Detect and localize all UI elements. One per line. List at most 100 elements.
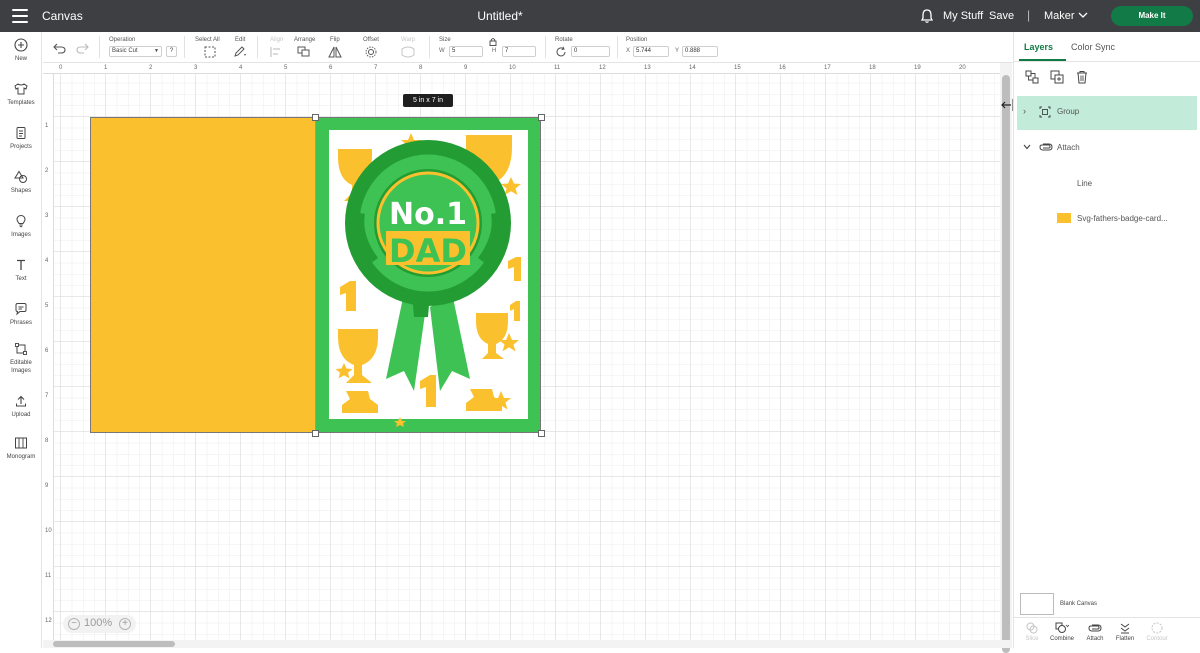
y-label: Y — [675, 48, 680, 54]
fathers-badge-card[interactable]: No.1 DAD — [316, 117, 541, 433]
nav-editable-images[interactable]: Editable Images — [0, 342, 42, 375]
combine-button[interactable]: Combine — [1047, 622, 1077, 642]
nav-monogram[interactable]: Monogram — [0, 436, 42, 461]
nav-new[interactable]: New — [0, 38, 42, 63]
resize-handle[interactable] — [538, 114, 545, 121]
group-layers-icon[interactable] — [1025, 70, 1039, 84]
ruler-left-tick: 2 — [45, 168, 49, 174]
ruler-top-tick: 8 — [419, 65, 423, 71]
height-label: H — [492, 48, 497, 54]
ruler-left-tick: 6 — [45, 348, 49, 354]
align-icon — [270, 47, 280, 57]
width-input[interactable]: 5 — [449, 46, 483, 57]
chevron-down-icon[interactable] — [1023, 144, 1031, 150]
attach-button[interactable]: Attach — [1080, 622, 1110, 642]
undo-icon[interactable] — [53, 43, 66, 54]
rotate-icon — [556, 46, 566, 57]
arrange-icon[interactable] — [297, 46, 311, 58]
bell-icon[interactable] — [919, 8, 935, 24]
select-all-icon[interactable] — [203, 46, 217, 58]
nav-phrases[interactable]: Phrases — [0, 302, 42, 327]
ruler-top-tick: 6 — [329, 65, 333, 71]
resize-handle[interactable] — [312, 114, 319, 121]
layer-row-card[interactable]: Svg-fathers-badge-card... — [1017, 201, 1197, 235]
make-it-button[interactable]: Make It — [1111, 6, 1193, 26]
lock-icon[interactable] — [489, 37, 497, 46]
redo-icon[interactable] — [76, 43, 89, 54]
chevron-right-icon[interactable]: › — [1023, 106, 1026, 116]
flatten-button[interactable]: Flatten — [1110, 622, 1140, 642]
zoom-out-button[interactable]: − — [68, 618, 80, 630]
zoom-in-button[interactable]: + — [119, 618, 131, 630]
vertical-scrollbar[interactable] — [1000, 63, 1012, 653]
rotate-label: Rotate — [555, 37, 573, 43]
flip-icon[interactable] — [328, 46, 342, 58]
nav-templates[interactable]: Templates — [0, 82, 42, 107]
layer-row-group[interactable]: › Group — [1017, 96, 1197, 130]
toolbar-divider — [617, 36, 618, 58]
width-label: W — [439, 48, 445, 54]
y-input[interactable]: 0.888 — [682, 46, 718, 57]
layer-actions-bar: Slice Combine Attach Flatten Contour — [1014, 617, 1200, 648]
horizontal-scrollbar[interactable] — [43, 640, 1012, 648]
ruler-top-tick: 18 — [869, 65, 876, 71]
left-navigation: New Templates Projects Shapes Images Tex… — [0, 32, 42, 648]
resize-handle[interactable] — [538, 430, 545, 437]
trash-icon[interactable] — [1075, 70, 1089, 84]
contour-icon — [1151, 622, 1163, 634]
flatten-label: Flatten — [1115, 636, 1135, 642]
nav-projects[interactable]: Projects — [0, 126, 42, 151]
layer-row-attach[interactable]: Attach — [1017, 131, 1197, 165]
rotate-input[interactable]: 0 — [571, 46, 610, 57]
select-all-label: Select All — [195, 37, 220, 43]
machine-selector[interactable]: Maker — [1044, 10, 1075, 22]
text-t-icon — [17, 259, 25, 270]
toolbar-divider — [545, 36, 546, 58]
ruler-left-tick: 11 — [45, 573, 52, 579]
height-input[interactable]: 7 — [502, 46, 536, 57]
ruler-top-tick: 11 — [554, 65, 561, 71]
ruler-left-tick: 5 — [45, 303, 49, 309]
layer-row-line[interactable]: Line — [1017, 166, 1197, 200]
projects-icon — [16, 127, 26, 139]
scroll-thumb[interactable] — [53, 641, 175, 647]
yellow-card-back[interactable] — [90, 117, 316, 433]
ruler-top-tick: 7 — [374, 65, 378, 71]
blank-canvas-swatch[interactable] — [1020, 593, 1054, 615]
zoom-control: − 100% + — [63, 615, 136, 633]
align-label: Align — [270, 37, 284, 43]
edit-label: Edit — [235, 37, 246, 43]
my-stuff-link[interactable]: My Stuff — [943, 10, 983, 22]
offset-icon[interactable] — [364, 46, 378, 58]
size-tooltip: 5 in x 7 in — [403, 94, 453, 107]
duplicate-icon[interactable] — [1050, 70, 1064, 84]
nav-shapes[interactable]: Shapes — [0, 170, 42, 195]
toolbar-divider — [184, 36, 185, 58]
tab-color-sync[interactable]: Color Sync — [1071, 42, 1115, 52]
ruler-top-tick: 15 — [734, 65, 741, 71]
scroll-thumb[interactable] — [1002, 75, 1010, 653]
nav-text[interactable]: Text — [0, 258, 42, 283]
layer-label-line: Line — [1077, 179, 1093, 188]
nav-images[interactable]: Images — [0, 214, 42, 239]
ruler-top-tick: 5 — [284, 65, 288, 71]
save-button[interactable]: Save — [989, 10, 1014, 22]
tab-layers[interactable]: Layers — [1024, 42, 1053, 52]
attach-label: Attach — [1086, 636, 1104, 642]
warp-icon — [401, 46, 415, 58]
document-title[interactable]: Untitled* — [0, 9, 1000, 23]
x-input[interactable]: 5.744 — [633, 46, 669, 57]
monogram-icon — [15, 437, 27, 449]
zoom-level: 100% — [84, 617, 113, 629]
operation-select[interactable]: Basic Cut ▼ — [109, 46, 162, 57]
resize-handle[interactable] — [312, 430, 319, 437]
nav-upload[interactable]: Upload — [0, 394, 42, 419]
pencil-icon[interactable] — [233, 46, 247, 58]
operation-help-button[interactable]: ? — [166, 46, 177, 57]
ruler-top-tick: 17 — [824, 65, 831, 71]
blank-canvas-label: Blank Canvas — [1060, 601, 1098, 607]
nav-monogram-label: Monogram — [6, 454, 36, 460]
top-bar: Canvas Untitled* My Stuff Save | Maker M… — [0, 0, 1200, 32]
chevron-down-icon[interactable] — [1078, 11, 1088, 19]
ruler-left-tick: 4 — [45, 258, 49, 264]
